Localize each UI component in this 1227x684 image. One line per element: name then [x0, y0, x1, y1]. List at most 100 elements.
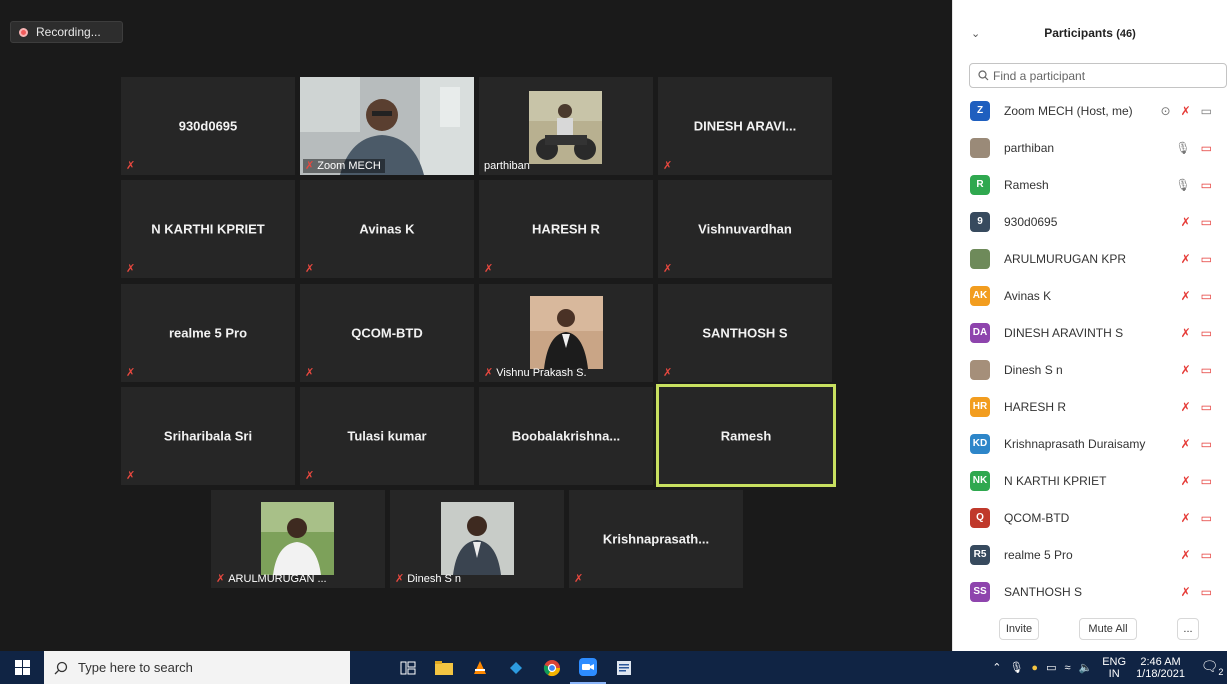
active-speaker-tile[interactable]: Ramesh — [656, 384, 836, 487]
vlc-button[interactable] — [462, 651, 498, 684]
video-tile[interactable]: ✗ Dinesh S n — [390, 490, 564, 588]
avatar: R5 — [970, 544, 990, 565]
avatar: HR — [970, 396, 990, 417]
invite-button[interactable]: Invite — [999, 618, 1039, 640]
muted-mic-icon[interactable]: ✗ — [1181, 512, 1191, 524]
muted-mic-icon[interactable]: ✗ — [1181, 475, 1191, 487]
tile-footer: ✗ — [661, 263, 676, 276]
taskbar-search-input[interactable]: Type here to search — [44, 651, 350, 684]
start-button[interactable] — [0, 651, 44, 684]
video-tile[interactable]: ✗ ARULMURUGAN ... — [211, 490, 385, 588]
word-button[interactable] — [606, 651, 642, 684]
video-off-icon[interactable]: ▭ — [1201, 364, 1212, 376]
muted-mic-icon[interactable]: ✗ — [1181, 327, 1191, 339]
muted-mic-icon[interactable]: ✗ — [1181, 549, 1191, 561]
video-off-icon[interactable]: ▭ — [1201, 586, 1212, 598]
share-screen-icon[interactable]: ⊙ — [1161, 105, 1171, 117]
muted-mic-icon[interactable]: ✗ — [1181, 401, 1191, 413]
video-off-icon[interactable]: ▭ — [1201, 401, 1212, 413]
chrome-button[interactable] — [534, 651, 570, 684]
video-tile[interactable]: ✗ Zoom MECH — [300, 77, 474, 175]
video-tile[interactable]: SANTHOSH S ✗ — [658, 284, 832, 382]
video-camera-icon[interactable]: ▭ — [1201, 105, 1212, 117]
participant-row[interactable]: NK N KARTHI KPRIET ✗ ▭ — [953, 462, 1227, 499]
muted-mic-icon: ✗ — [663, 367, 673, 379]
video-off-icon[interactable]: ▭ — [1201, 327, 1212, 339]
video-tile[interactable]: realme 5 Pro ✗ — [121, 284, 295, 382]
video-off-icon[interactable]: ▭ — [1201, 253, 1212, 265]
participant-row[interactable]: Q QCOM-BTD ✗ ▭ — [953, 499, 1227, 536]
microphone-icon[interactable]: 🎙 — [1175, 142, 1190, 154]
microphone-icon[interactable]: 🎙 — [1009, 661, 1023, 674]
muted-mic-icon[interactable]: ✗ — [1181, 438, 1191, 450]
participant-row[interactable]: SS SANTHOSH S ✗ ▭ — [953, 573, 1227, 610]
recording-indicator[interactable]: Recording... — [10, 21, 123, 43]
muted-mic-icon[interactable]: ✗ — [1181, 105, 1191, 117]
video-off-icon[interactable]: ▭ — [1201, 438, 1212, 450]
video-tile[interactable]: 930d0695 ✗ — [121, 77, 295, 175]
participant-photo — [261, 502, 334, 575]
video-tile[interactable]: HARESH R ✗ — [479, 180, 653, 278]
video-tile[interactable]: DINESH ARAVI... ✗ — [658, 77, 832, 175]
notification-button[interactable]: 🗨2 — [1197, 658, 1227, 677]
participant-row[interactable]: DA DINESH ARAVINTH S ✗ ▭ — [953, 314, 1227, 351]
video-off-icon[interactable]: ▭ — [1201, 179, 1212, 191]
video-tile[interactable]: Vishnuvardhan ✗ — [658, 180, 832, 278]
chevron-up-icon[interactable]: ⌃ — [992, 661, 1001, 674]
muted-mic-icon[interactable]: ✗ — [1181, 364, 1191, 376]
speaker-icon[interactable]: 🔈 — [1079, 661, 1093, 674]
battery-icon[interactable]: ▭ — [1046, 661, 1056, 674]
video-tile[interactable]: ✗ Vishnu Prakash S. — [479, 284, 653, 382]
language-indicator[interactable]: ENG IN — [1102, 656, 1126, 680]
participant-row[interactable]: parthiban 🎙 ▭ — [953, 129, 1227, 166]
participant-name: realme 5 Pro — [1004, 547, 1073, 562]
video-off-icon[interactable]: ▭ — [1201, 290, 1212, 302]
participant-row[interactable]: HR HARESH R ✗ ▭ — [953, 388, 1227, 425]
app-button[interactable] — [498, 651, 534, 684]
video-off-icon[interactable]: ▭ — [1201, 549, 1212, 561]
participant-name: N KARTHI KPRIET — [1004, 473, 1107, 488]
video-tile[interactable]: Krishnaprasath... ✗ — [569, 490, 743, 588]
muted-mic-icon[interactable]: ✗ — [1181, 586, 1191, 598]
muted-mic-icon[interactable]: ✗ — [1181, 290, 1191, 302]
participant-row[interactable]: Dinesh S n ✗ ▭ — [953, 351, 1227, 388]
video-tile[interactable]: Sriharibala Sri ✗ — [121, 387, 295, 485]
tile-footer: ✗ Zoom MECH — [303, 159, 385, 173]
video-tile[interactable]: N KARTHI KPRIET ✗ — [121, 180, 295, 278]
video-off-icon[interactable]: ▭ — [1201, 475, 1212, 487]
video-tile[interactable]: QCOM-BTD ✗ — [300, 284, 474, 382]
participant-row[interactable]: Z Zoom MECH (Host, me) ⊙ ✗ ▭ — [953, 92, 1227, 129]
task-view-button[interactable] — [390, 651, 426, 684]
tile-footer: ✗ — [482, 263, 497, 276]
participant-row[interactable]: KD Krishnaprasath Duraisamy ✗ ▭ — [953, 425, 1227, 462]
clock-date: 1/18/2021 — [1136, 667, 1185, 680]
zoom-button[interactable] — [570, 651, 606, 684]
mute-all-button[interactable]: Mute All — [1079, 618, 1137, 640]
video-off-icon[interactable]: ▭ — [1201, 512, 1212, 524]
participant-row[interactable]: R5 realme 5 Pro ✗ ▭ — [953, 536, 1227, 573]
avatar: SS — [970, 581, 990, 602]
video-tile[interactable]: parthiban — [479, 77, 653, 175]
video-off-icon[interactable]: ▭ — [1201, 142, 1212, 154]
video-off-icon[interactable]: ▭ — [1201, 216, 1212, 228]
participant-status-icons: ✗ ▭ — [1181, 512, 1212, 524]
clock[interactable]: 2:46 AM 1/18/2021 — [1136, 656, 1185, 680]
wifi-icon[interactable]: ≈ — [1064, 662, 1070, 674]
participant-status-icons: 🎙 ▭ — [1175, 179, 1212, 191]
app-tray-icon[interactable]: ● — [1031, 662, 1038, 674]
video-tile[interactable]: Tulasi kumar ✗ — [300, 387, 474, 485]
muted-mic-icon[interactable]: ✗ — [1181, 253, 1191, 265]
microphone-icon[interactable]: 🎙 — [1175, 179, 1190, 191]
muted-mic-icon[interactable]: ✗ — [1181, 216, 1191, 228]
participant-row[interactable]: R Ramesh 🎙 ▭ — [953, 166, 1227, 203]
participant-count: (46) — [1116, 28, 1136, 40]
video-tile[interactable]: Avinas K ✗ — [300, 180, 474, 278]
tile-name: Avinas K — [359, 221, 415, 237]
file-explorer-button[interactable] — [426, 651, 462, 684]
participant-row[interactable]: AK Avinas K ✗ ▭ — [953, 277, 1227, 314]
video-tile[interactable]: Boobalakrishna... — [479, 387, 653, 485]
participant-search-input[interactable]: Find a participant — [969, 63, 1227, 88]
more-options-button[interactable]: ... — [1177, 618, 1199, 640]
participant-row[interactable]: 9 930d0695 ✗ ▭ — [953, 203, 1227, 240]
participant-row[interactable]: ARULMURUGAN KPR ✗ ▭ — [953, 240, 1227, 277]
